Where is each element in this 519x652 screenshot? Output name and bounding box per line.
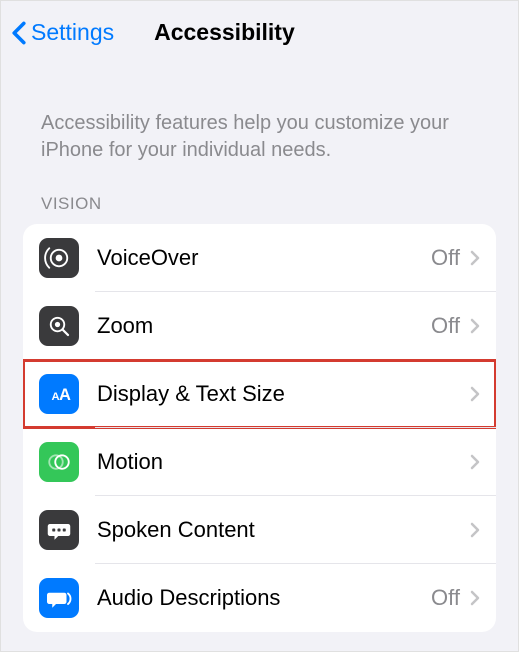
- audio-descriptions-icon: [39, 578, 79, 618]
- voiceover-icon: [39, 238, 79, 278]
- row-display-text-size[interactable]: A A Display & Text Size: [23, 360, 496, 428]
- row-label: Audio Descriptions: [97, 585, 431, 611]
- zoom-icon: [39, 306, 79, 346]
- row-value: Off: [431, 585, 460, 611]
- row-value: Off: [431, 313, 460, 339]
- row-zoom[interactable]: Zoom Off: [23, 292, 496, 360]
- row-motion[interactable]: Motion: [23, 428, 496, 496]
- chevron-right-icon: [470, 522, 480, 538]
- chevron-right-icon: [470, 250, 480, 266]
- chevron-right-icon: [470, 318, 480, 334]
- back-button[interactable]: Settings: [11, 19, 114, 46]
- chevron-right-icon: [470, 386, 480, 402]
- row-label: VoiceOver: [97, 245, 431, 271]
- spoken-content-icon: [39, 510, 79, 550]
- row-label: Zoom: [97, 313, 431, 339]
- motion-icon: [39, 442, 79, 482]
- row-value: Off: [431, 245, 460, 271]
- row-label: Motion: [97, 449, 460, 475]
- row-spoken-content[interactable]: Spoken Content: [23, 496, 496, 564]
- section-header-vision: VISION: [1, 194, 518, 224]
- page-title: Accessibility: [154, 19, 295, 46]
- row-voiceover[interactable]: VoiceOver Off: [23, 224, 496, 292]
- row-label: Spoken Content: [97, 517, 460, 543]
- navigation-bar: Settings Accessibility: [1, 1, 518, 60]
- svg-text:A: A: [59, 386, 71, 404]
- chevron-right-icon: [470, 454, 480, 470]
- text-size-icon: A A: [39, 374, 79, 414]
- row-label: Display & Text Size: [97, 381, 460, 407]
- chevron-right-icon: [470, 590, 480, 606]
- page-description: Accessibility features help you customiz…: [1, 60, 518, 194]
- chevron-left-icon: [11, 21, 27, 45]
- row-audio-descriptions[interactable]: Audio Descriptions Off: [23, 564, 496, 632]
- vision-list: VoiceOver Off Zoom Off A A Display & Tex…: [23, 224, 496, 632]
- back-label: Settings: [31, 19, 114, 46]
